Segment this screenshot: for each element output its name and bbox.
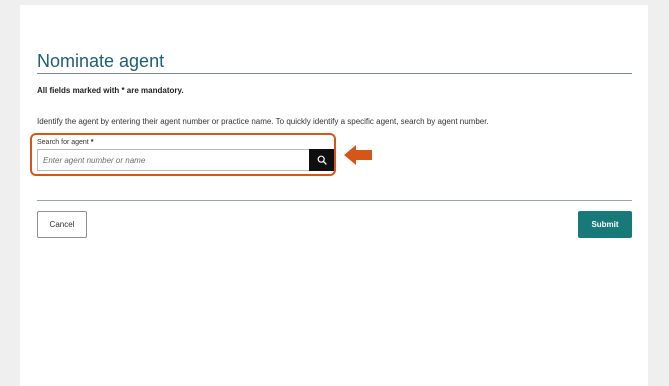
page-title: Nominate agent [37,51,165,71]
search-label-text: Search for agent [37,139,89,146]
search-label: Search for agent * [37,139,94,146]
title-divider [37,73,632,74]
mandatory-note: All fields marked with * are mandatory. [37,86,184,95]
agent-search-input[interactable] [37,149,309,171]
search-field-group [37,149,334,171]
search-icon [317,155,327,165]
footer-divider [37,200,632,201]
submit-button[interactable]: Submit [578,211,632,238]
search-button[interactable] [309,149,334,171]
form-card: Nominate agent All fields marked with * … [20,5,648,386]
required-marker: * [90,139,94,146]
instructions-text: Identify the agent by entering their age… [37,117,489,126]
left-arrow-icon [344,145,372,165]
cancel-button[interactable]: Cancel [37,211,87,238]
